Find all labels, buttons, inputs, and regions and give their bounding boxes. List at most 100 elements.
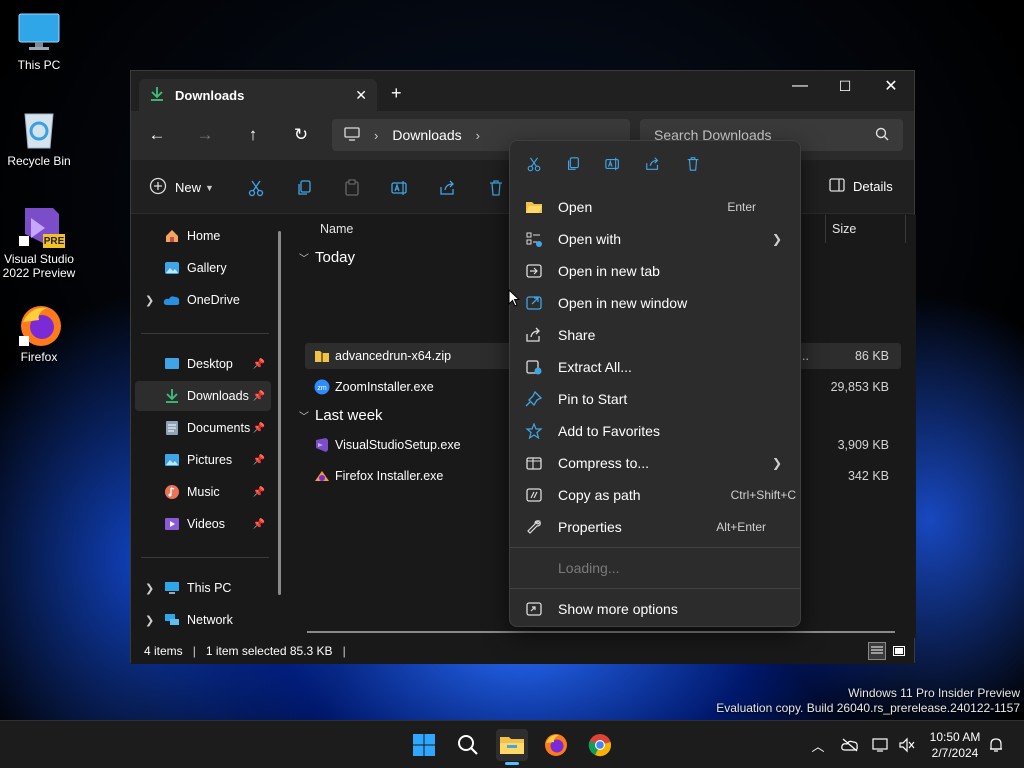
horizontal-scrollbar[interactable]	[307, 631, 895, 633]
delete-icon[interactable]	[681, 153, 705, 175]
cut-icon[interactable]	[245, 177, 267, 199]
paste-icon[interactable]	[341, 177, 363, 199]
sidebar-item-network[interactable]: ❯ Network	[135, 605, 271, 635]
sidebar-item-label: Desktop	[187, 357, 233, 371]
column-divider[interactable]	[825, 215, 826, 243]
group-header-last-week[interactable]: ﹀ Last week	[299, 407, 383, 424]
menu-item-open-with[interactable]: Open with ❯	[516, 223, 796, 255]
chevron-right-icon[interactable]: ❯	[145, 294, 154, 307]
firefox-taskbar-icon[interactable]	[540, 729, 572, 761]
close-tab-icon[interactable]: ✕	[355, 87, 367, 104]
tab-downloads[interactable]: Downloads ✕	[139, 79, 377, 111]
menu-item-open[interactable]: Open Enter	[516, 191, 796, 223]
column-header-size[interactable]: Size	[832, 215, 856, 243]
sidebar-scrollbar[interactable]	[278, 231, 281, 595]
menu-item-open-in-new-window[interactable]: Open in new window	[516, 287, 796, 319]
pictures-icon	[163, 452, 181, 468]
file-size: 29,853 KB	[830, 380, 889, 394]
chevron-right-icon: ›	[374, 127, 379, 143]
chevron-right-icon: ❯	[771, 456, 782, 470]
desktop-icon-firefox[interactable]: Firefox	[1, 302, 77, 364]
pin-icon[interactable]: 📌	[253, 391, 265, 402]
pin-icon[interactable]: 📌	[253, 455, 265, 466]
refresh-icon[interactable]: ↻	[287, 123, 315, 147]
notification-bell-icon[interactable]	[986, 735, 1006, 755]
share-icon[interactable]	[641, 153, 665, 175]
sidebar-item-pictures[interactable]: Pictures 📌	[135, 445, 271, 475]
sidebar-item-desktop[interactable]: Desktop 📌	[135, 349, 271, 379]
new-tab-button[interactable]: +	[391, 83, 402, 104]
tiles-view-icon[interactable]	[890, 642, 908, 660]
volume-muted-icon[interactable]	[897, 735, 917, 755]
desktop-icon-this-pc[interactable]: This PC	[1, 10, 77, 72]
menu-item-add-to-favorites[interactable]: Add to Favorites	[516, 415, 796, 447]
rename-icon[interactable]	[601, 153, 625, 175]
extract-icon	[524, 358, 544, 376]
network-icon[interactable]	[871, 735, 891, 755]
delete-icon[interactable]	[485, 177, 507, 199]
menu-item-extract-all[interactable]: Extract All...	[516, 351, 796, 383]
menu-item-label: Show more options	[558, 601, 678, 617]
desktop-icon-visual-studio[interactable]: PRE Visual Studio 2022 Preview	[1, 204, 77, 280]
pin-icon[interactable]: 📌	[253, 359, 265, 370]
context-menu-quick-actions	[510, 141, 800, 187]
details-view-icon[interactable]	[868, 642, 886, 660]
selection-info: 1 item selected 85.3 KB	[205, 644, 333, 658]
menu-item-pin-to-start[interactable]: Pin to Start	[516, 383, 796, 415]
group-label: Today	[315, 249, 356, 266]
chevron-right-icon[interactable]: ❯	[145, 582, 154, 595]
folder-open-icon	[524, 198, 544, 216]
sidebar-item-music[interactable]: Music 📌	[135, 477, 271, 507]
sidebar-item-downloads[interactable]: Downloads 📌	[135, 381, 271, 411]
file-name: VisualStudioSetup.exe	[335, 438, 461, 452]
details-button[interactable]: Details	[829, 178, 893, 195]
sidebar-item-home[interactable]: Home	[135, 221, 271, 251]
menu-item-open-in-new-tab[interactable]: Open in new tab	[516, 255, 796, 287]
sidebar-item-videos[interactable]: Videos 📌	[135, 509, 271, 539]
sidebar-item-this-pc[interactable]: ❯ This PC	[135, 573, 271, 603]
back-arrow-icon[interactable]: ←	[143, 123, 171, 147]
menu-item-copy-as-path[interactable]: Copy as path Ctrl+Shift+C	[516, 479, 796, 511]
chevron-right-icon[interactable]: ❯	[145, 614, 154, 627]
column-divider[interactable]	[905, 215, 906, 243]
close-window-button[interactable]: ✕	[868, 71, 914, 101]
pin-icon[interactable]: 📌	[253, 519, 265, 530]
system-clock[interactable]: 10:50 AM 2/7/2024	[921, 729, 989, 761]
copy-icon[interactable]	[561, 153, 585, 175]
menu-item-show-more-options[interactable]: Show more options	[516, 593, 796, 625]
share-icon[interactable]	[437, 177, 459, 199]
chevron-down-icon: ﹀	[299, 412, 309, 423]
onedrive-offline-icon[interactable]	[840, 735, 860, 755]
copy-icon[interactable]	[293, 177, 315, 199]
cut-icon[interactable]	[522, 153, 546, 175]
rename-icon[interactable]	[389, 177, 411, 199]
sidebar-item-label: Downloads	[187, 389, 249, 403]
firefox-installer-icon	[313, 468, 331, 484]
pin-icon[interactable]: 📌	[253, 423, 265, 434]
sidebar-item-onedrive[interactable]: ❯ OneDrive	[135, 285, 271, 315]
up-arrow-icon[interactable]: ↑	[239, 123, 267, 147]
new-button[interactable]: New ▼	[149, 177, 214, 198]
menu-item-label: Pin to Start	[558, 391, 628, 407]
maximize-button[interactable]: ☐	[822, 71, 868, 101]
search-icon[interactable]	[452, 729, 484, 761]
menu-item-share[interactable]: Share	[516, 319, 796, 351]
menu-item-compress-to[interactable]: Compress to... ❯	[516, 447, 796, 479]
file-name: Firefox Installer.exe	[335, 469, 444, 483]
minimize-button[interactable]: —	[777, 71, 823, 101]
forward-arrow-icon[interactable]: →	[191, 123, 219, 147]
file-explorer-taskbar-icon[interactable]	[496, 729, 528, 765]
sidebar-item-documents[interactable]: Documents 📌	[135, 413, 271, 443]
zoom-app-icon: zm	[313, 379, 331, 395]
column-header-name[interactable]: Name	[320, 215, 353, 243]
menu-item-label: Open in new window	[558, 295, 688, 311]
pin-icon[interactable]: 📌	[253, 487, 265, 498]
start-button-windows-icon[interactable]	[408, 729, 440, 761]
sidebar-item-gallery[interactable]: Gallery	[135, 253, 271, 283]
group-header-today[interactable]: ﹀ Today	[299, 249, 355, 266]
chrome-taskbar-icon[interactable]	[584, 729, 616, 761]
chevron-up-icon[interactable]: ︿	[808, 735, 828, 755]
breadcrumb-downloads[interactable]: Downloads	[392, 127, 461, 143]
menu-item-properties[interactable]: Properties Alt+Enter	[516, 511, 796, 543]
desktop-icon-recycle-bin[interactable]: Recycle Bin	[1, 106, 77, 168]
